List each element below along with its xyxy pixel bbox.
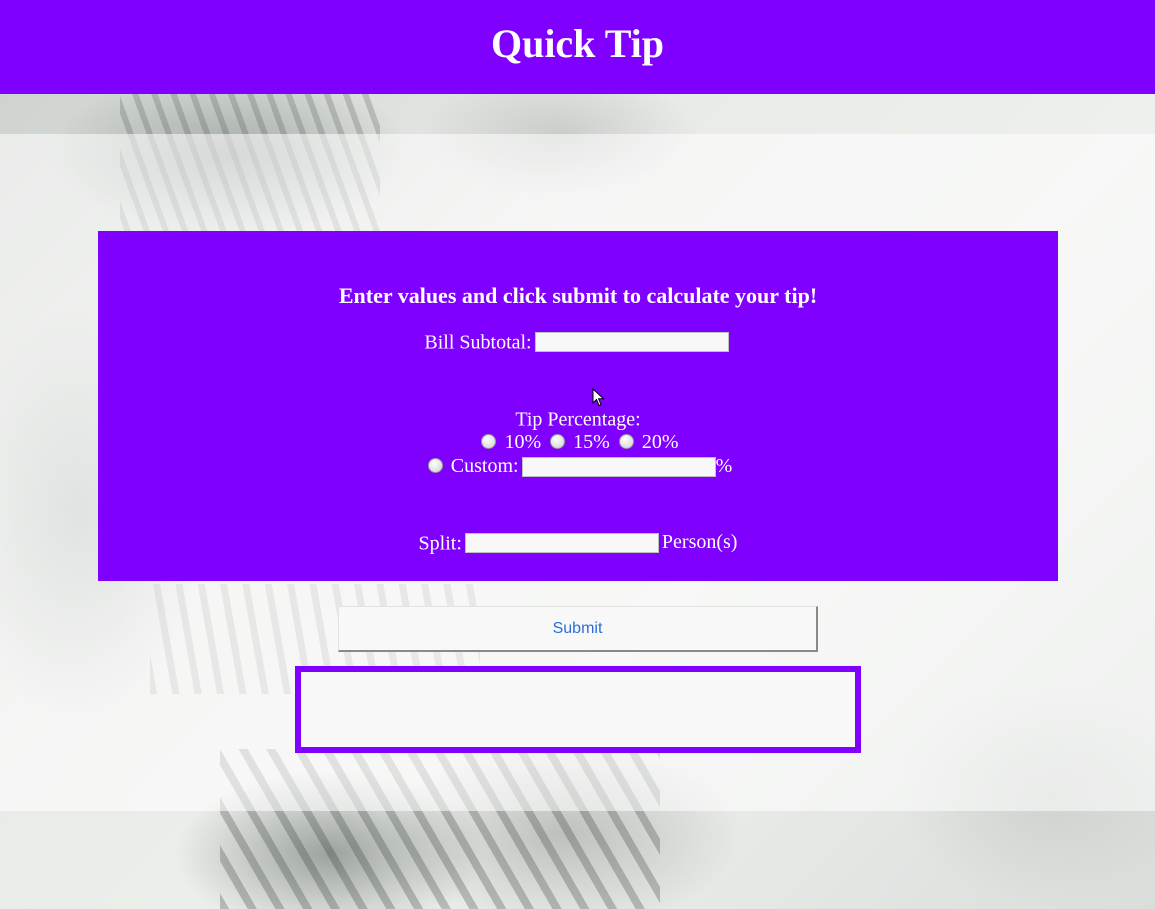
bill-subtotal-input[interactable]: [534, 332, 729, 353]
custom-tip-label: Custom:: [450, 455, 519, 477]
custom-tip-row: Custom:%: [98, 454, 1058, 478]
tip-percentage-label: Tip Percentage:: [515, 408, 641, 431]
page-header: Quick Tip: [0, 0, 1155, 94]
submit-button[interactable]: Submit: [338, 606, 818, 652]
custom-tip-suffix: %: [715, 455, 733, 477]
tip-15-label: 15%: [573, 431, 610, 453]
page-title: Quick Tip: [490, 21, 665, 66]
bill-subtotal-row: Bill Subtotal:: [98, 329, 1058, 354]
tip-percentage-heading-row: Tip Percentage:: [98, 406, 1058, 431]
tip-options-row: 10% 15% 20%: [98, 430, 1058, 454]
mouse-cursor-icon: [592, 388, 605, 407]
tip-custom-radio[interactable]: [427, 457, 443, 473]
custom-tip-input[interactable]: [521, 457, 716, 478]
tip-20-radio[interactable]: [618, 433, 634, 449]
split-suffix: Person(s): [661, 531, 738, 553]
tip-10-label: 10%: [504, 431, 542, 453]
bill-subtotal-label: Bill Subtotal:: [424, 331, 532, 354]
tip-form-panel: Enter values and click submit to calcula…: [98, 231, 1058, 581]
split-label: Split:: [418, 532, 462, 555]
tip-10-radio[interactable]: [481, 433, 497, 449]
split-input[interactable]: [464, 533, 659, 554]
tip-20-label: 20%: [641, 431, 679, 453]
result-box: [295, 666, 861, 753]
split-row: Split: Person(s): [98, 530, 1058, 555]
instructions-heading: Enter values and click submit to calcula…: [338, 283, 818, 308]
tip-15-radio[interactable]: [550, 433, 566, 449]
